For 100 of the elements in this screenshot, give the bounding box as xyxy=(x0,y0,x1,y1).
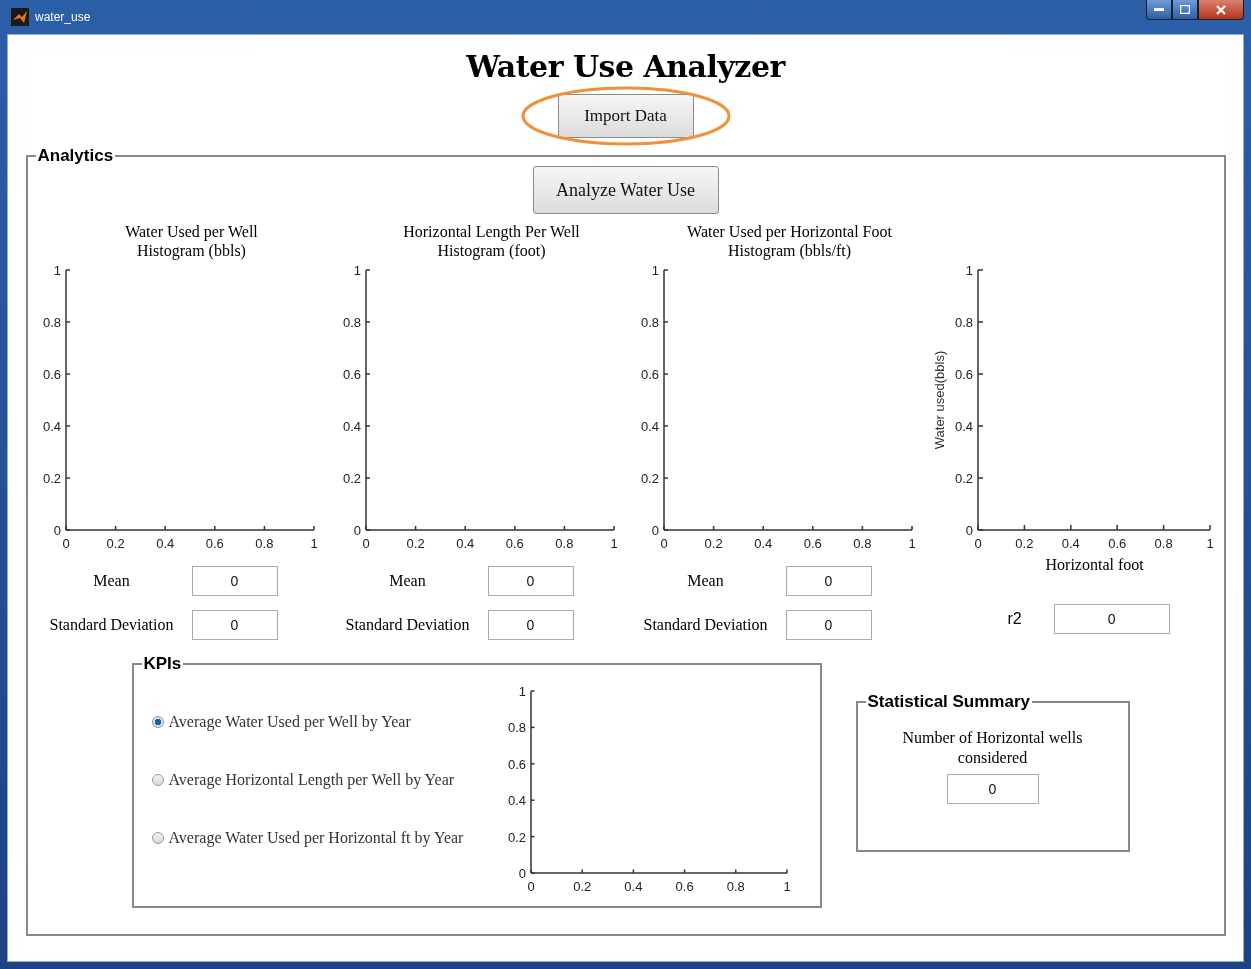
tick-label: 0.4 xyxy=(1061,536,1080,551)
tick-label: 1 xyxy=(609,536,618,551)
tick-label: 0.4 xyxy=(507,793,526,809)
tick-label: 1 xyxy=(782,879,791,894)
tick-label: 1 xyxy=(651,263,659,278)
maximize-button[interactable] xyxy=(1172,0,1198,20)
stat-label: Standard Deviation xyxy=(344,616,471,634)
tick-label: 1 xyxy=(965,263,973,278)
stat-label: Mean xyxy=(686,572,725,590)
stat-field[interactable]: 0 xyxy=(785,610,872,640)
window-title: water_use xyxy=(35,10,91,24)
stat-field[interactable]: 0 xyxy=(1053,604,1170,634)
tick-label: 0.8 xyxy=(1154,536,1173,551)
chart-title: Horizontal Length Per Well Histogram (foot) xyxy=(402,222,581,262)
stat-label: r2 xyxy=(1007,610,1022,628)
tick-label: 0.6 xyxy=(954,367,973,382)
tick-label: 0 xyxy=(651,523,659,538)
tick-label: 0 xyxy=(973,536,982,551)
tick-label: 0.8 xyxy=(954,315,973,330)
tick-label: 0.6 xyxy=(507,756,526,772)
close-icon xyxy=(1216,4,1226,15)
tick-label: 0 xyxy=(518,866,526,881)
tick-label: 0.8 xyxy=(254,536,273,551)
close-button[interactable] xyxy=(1198,0,1244,20)
analyze-water-use-button[interactable]: Analyze Water Use xyxy=(532,166,719,214)
tick-label: 0.8 xyxy=(507,720,526,736)
panel-title: Analytics xyxy=(36,146,115,166)
tick-label: 0.2 xyxy=(106,536,125,551)
stat-field[interactable]: 0 xyxy=(487,610,574,640)
tick-label: 0.8 xyxy=(852,536,871,551)
tick-label: 1 xyxy=(353,263,361,278)
tick-label: 1 xyxy=(309,536,318,551)
axis-label: Horizontal foot xyxy=(1045,556,1144,574)
tick-label: 0.4 xyxy=(640,419,659,434)
tick-label: 0.2 xyxy=(954,471,973,486)
tick-label: 0 xyxy=(526,879,535,894)
tick-label: 0.6 xyxy=(42,367,61,382)
stat-field[interactable]: 0 xyxy=(191,566,278,596)
tick-label: 0.8 xyxy=(726,879,745,894)
tick-label: 0.4 xyxy=(954,419,973,434)
kpi-option[interactable]: Average Water Used per Horizontal ft by Year xyxy=(151,829,497,847)
tick-label: 1 xyxy=(518,684,526,699)
tick-label: 0.4 xyxy=(455,536,474,551)
chart-title: Water Used per Horizontal Foot Histogram (bbls/ft) xyxy=(686,222,893,262)
stat-field[interactable]: 0 xyxy=(487,566,574,596)
tick-label: 0 xyxy=(61,536,70,551)
stat-field[interactable]: 0 xyxy=(785,566,872,596)
tick-label: 0.4 xyxy=(155,536,174,551)
tick-label: 0 xyxy=(53,523,61,538)
panel-title: KPIs xyxy=(142,654,183,674)
tick-label: 0.2 xyxy=(342,471,361,486)
tick-label: 0.2 xyxy=(42,471,61,486)
tick-label: 0.4 xyxy=(42,419,61,434)
tick-label: 0.6 xyxy=(342,367,361,382)
tick-label: 1 xyxy=(53,263,61,278)
stat-label: Mean xyxy=(388,572,427,590)
summary-label: Number of Horizontal wells considered xyxy=(901,728,1084,768)
tick-label: 0.2 xyxy=(572,879,591,894)
axis-label: Water used(bbls) xyxy=(931,350,947,450)
tick-label: 0 xyxy=(965,523,973,538)
minimize-icon xyxy=(1154,7,1164,12)
radio-button[interactable] xyxy=(151,716,164,728)
tick-label: 0.4 xyxy=(623,879,642,894)
tick-label: 0.8 xyxy=(554,536,573,551)
maximize-icon xyxy=(1180,5,1190,14)
tick-label: 0.8 xyxy=(42,315,61,330)
tick-label: 0.6 xyxy=(1107,536,1126,551)
tick-label: 1 xyxy=(907,536,916,551)
chart-title: Water Used per Well Histogram (bbls) xyxy=(124,222,259,262)
tick-label: 0.4 xyxy=(342,419,361,434)
tick-label: 0.6 xyxy=(640,367,659,382)
tick-label: 0.2 xyxy=(507,829,526,845)
tick-label: 0.2 xyxy=(704,536,723,551)
tick-label: 0.2 xyxy=(640,471,659,486)
tick-label: 0 xyxy=(659,536,668,551)
radio-button[interactable] xyxy=(151,832,164,844)
kpi-option[interactable]: Average Water Used per Well by Year xyxy=(151,713,497,731)
import-data-button[interactable]: Import Data xyxy=(557,94,694,138)
tick-label: 0 xyxy=(353,523,361,538)
app-heading: Water Use Analyzer xyxy=(466,49,785,84)
tick-label: 0.6 xyxy=(675,879,694,894)
tick-label: 0.4 xyxy=(753,536,772,551)
tick-label: 0.8 xyxy=(640,315,659,330)
panel-title: Statistical Summary xyxy=(866,692,1031,712)
radio-button[interactable] xyxy=(151,774,164,786)
app-logo-icon xyxy=(11,8,29,26)
tick-label: 0 xyxy=(361,536,370,551)
tick-label: 0.8 xyxy=(342,315,361,330)
summary-field[interactable]: 0 xyxy=(946,774,1039,804)
tick-label: 0.6 xyxy=(205,536,224,551)
kpi-option[interactable]: Average Horizontal Length per Well by Year xyxy=(151,771,497,789)
stat-field[interactable]: 0 xyxy=(191,610,278,640)
stat-label: Mean xyxy=(92,572,131,590)
minimize-button[interactable] xyxy=(1146,0,1172,20)
stat-label: Standard Deviation xyxy=(48,616,175,634)
tick-label: 1 xyxy=(1205,536,1214,551)
tick-label: 0.2 xyxy=(406,536,425,551)
tick-label: 0.6 xyxy=(803,536,822,551)
tick-label: 0.6 xyxy=(505,536,524,551)
tick-label: 0.2 xyxy=(1014,536,1033,551)
